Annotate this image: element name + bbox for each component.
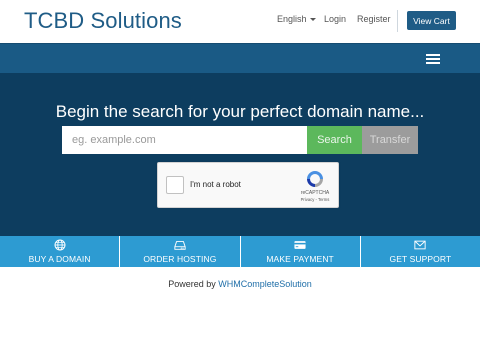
- recaptcha-brand: reCAPTCHA: [300, 190, 330, 196]
- credit-card-icon: [294, 241, 306, 249]
- shortcut-label: MAKE PAYMENT: [266, 254, 334, 264]
- shortcut-bar: BUY A DOMAIN ORDER HOSTING MAKE PAYMENT: [0, 236, 480, 267]
- hamburger-menu-icon[interactable]: [426, 54, 440, 64]
- shortcut-label: BUY A DOMAIN: [28, 254, 91, 264]
- page: TCBD Solutions English Login Register Vi…: [0, 0, 480, 360]
- footer-prefix: Powered by: [168, 279, 216, 289]
- recaptcha-terms-link[interactable]: Privacy - Terms: [294, 197, 336, 202]
- domain-search-input[interactable]: eg. example.com: [62, 126, 307, 154]
- shortcut-order-hosting[interactable]: ORDER HOSTING: [120, 236, 241, 267]
- transfer-button[interactable]: Transfer: [362, 126, 418, 154]
- shortcut-label: ORDER HOSTING: [143, 254, 217, 264]
- shortcut-make-payment[interactable]: MAKE PAYMENT: [241, 236, 361, 267]
- shortcut-label: GET SUPPORT: [389, 254, 452, 264]
- language-label: English: [277, 14, 307, 24]
- shortcut-buy-domain[interactable]: BUY A DOMAIN: [0, 236, 121, 267]
- footer-powered-link[interactable]: WHMCompleteSolution: [218, 279, 312, 289]
- site-logo[interactable]: TCBD Solutions: [24, 8, 182, 34]
- recaptcha-label: I'm not a robot: [190, 180, 241, 189]
- view-cart-button[interactable]: View Cart: [407, 11, 456, 30]
- recaptcha-checkbox[interactable]: [166, 176, 184, 194]
- domain-search-hero: Begin the search for your perfect domain…: [0, 73, 480, 236]
- login-link[interactable]: Login: [324, 14, 346, 24]
- shortcut-get-support[interactable]: GET SUPPORT: [361, 236, 480, 267]
- envelope-icon: [414, 240, 426, 250]
- footer: Powered by WHMCompleteSolution: [0, 279, 480, 289]
- register-link[interactable]: Register: [357, 14, 391, 24]
- globe-icon: [54, 239, 66, 251]
- search-button[interactable]: Search: [307, 126, 362, 154]
- recaptcha-widget: I'm not a robot reCAPTCHA Privacy - Term…: [157, 162, 339, 208]
- hero-title: Begin the search for your perfect domain…: [55, 102, 425, 121]
- main-navbar: [0, 43, 480, 73]
- caret-down-icon: [309, 18, 316, 22]
- header-divider: [397, 10, 398, 32]
- language-selector[interactable]: English: [277, 14, 316, 24]
- header: TCBD Solutions English Login Register Vi…: [0, 0, 480, 43]
- recaptcha-logo-icon: [307, 171, 323, 187]
- server-icon: [174, 241, 186, 250]
